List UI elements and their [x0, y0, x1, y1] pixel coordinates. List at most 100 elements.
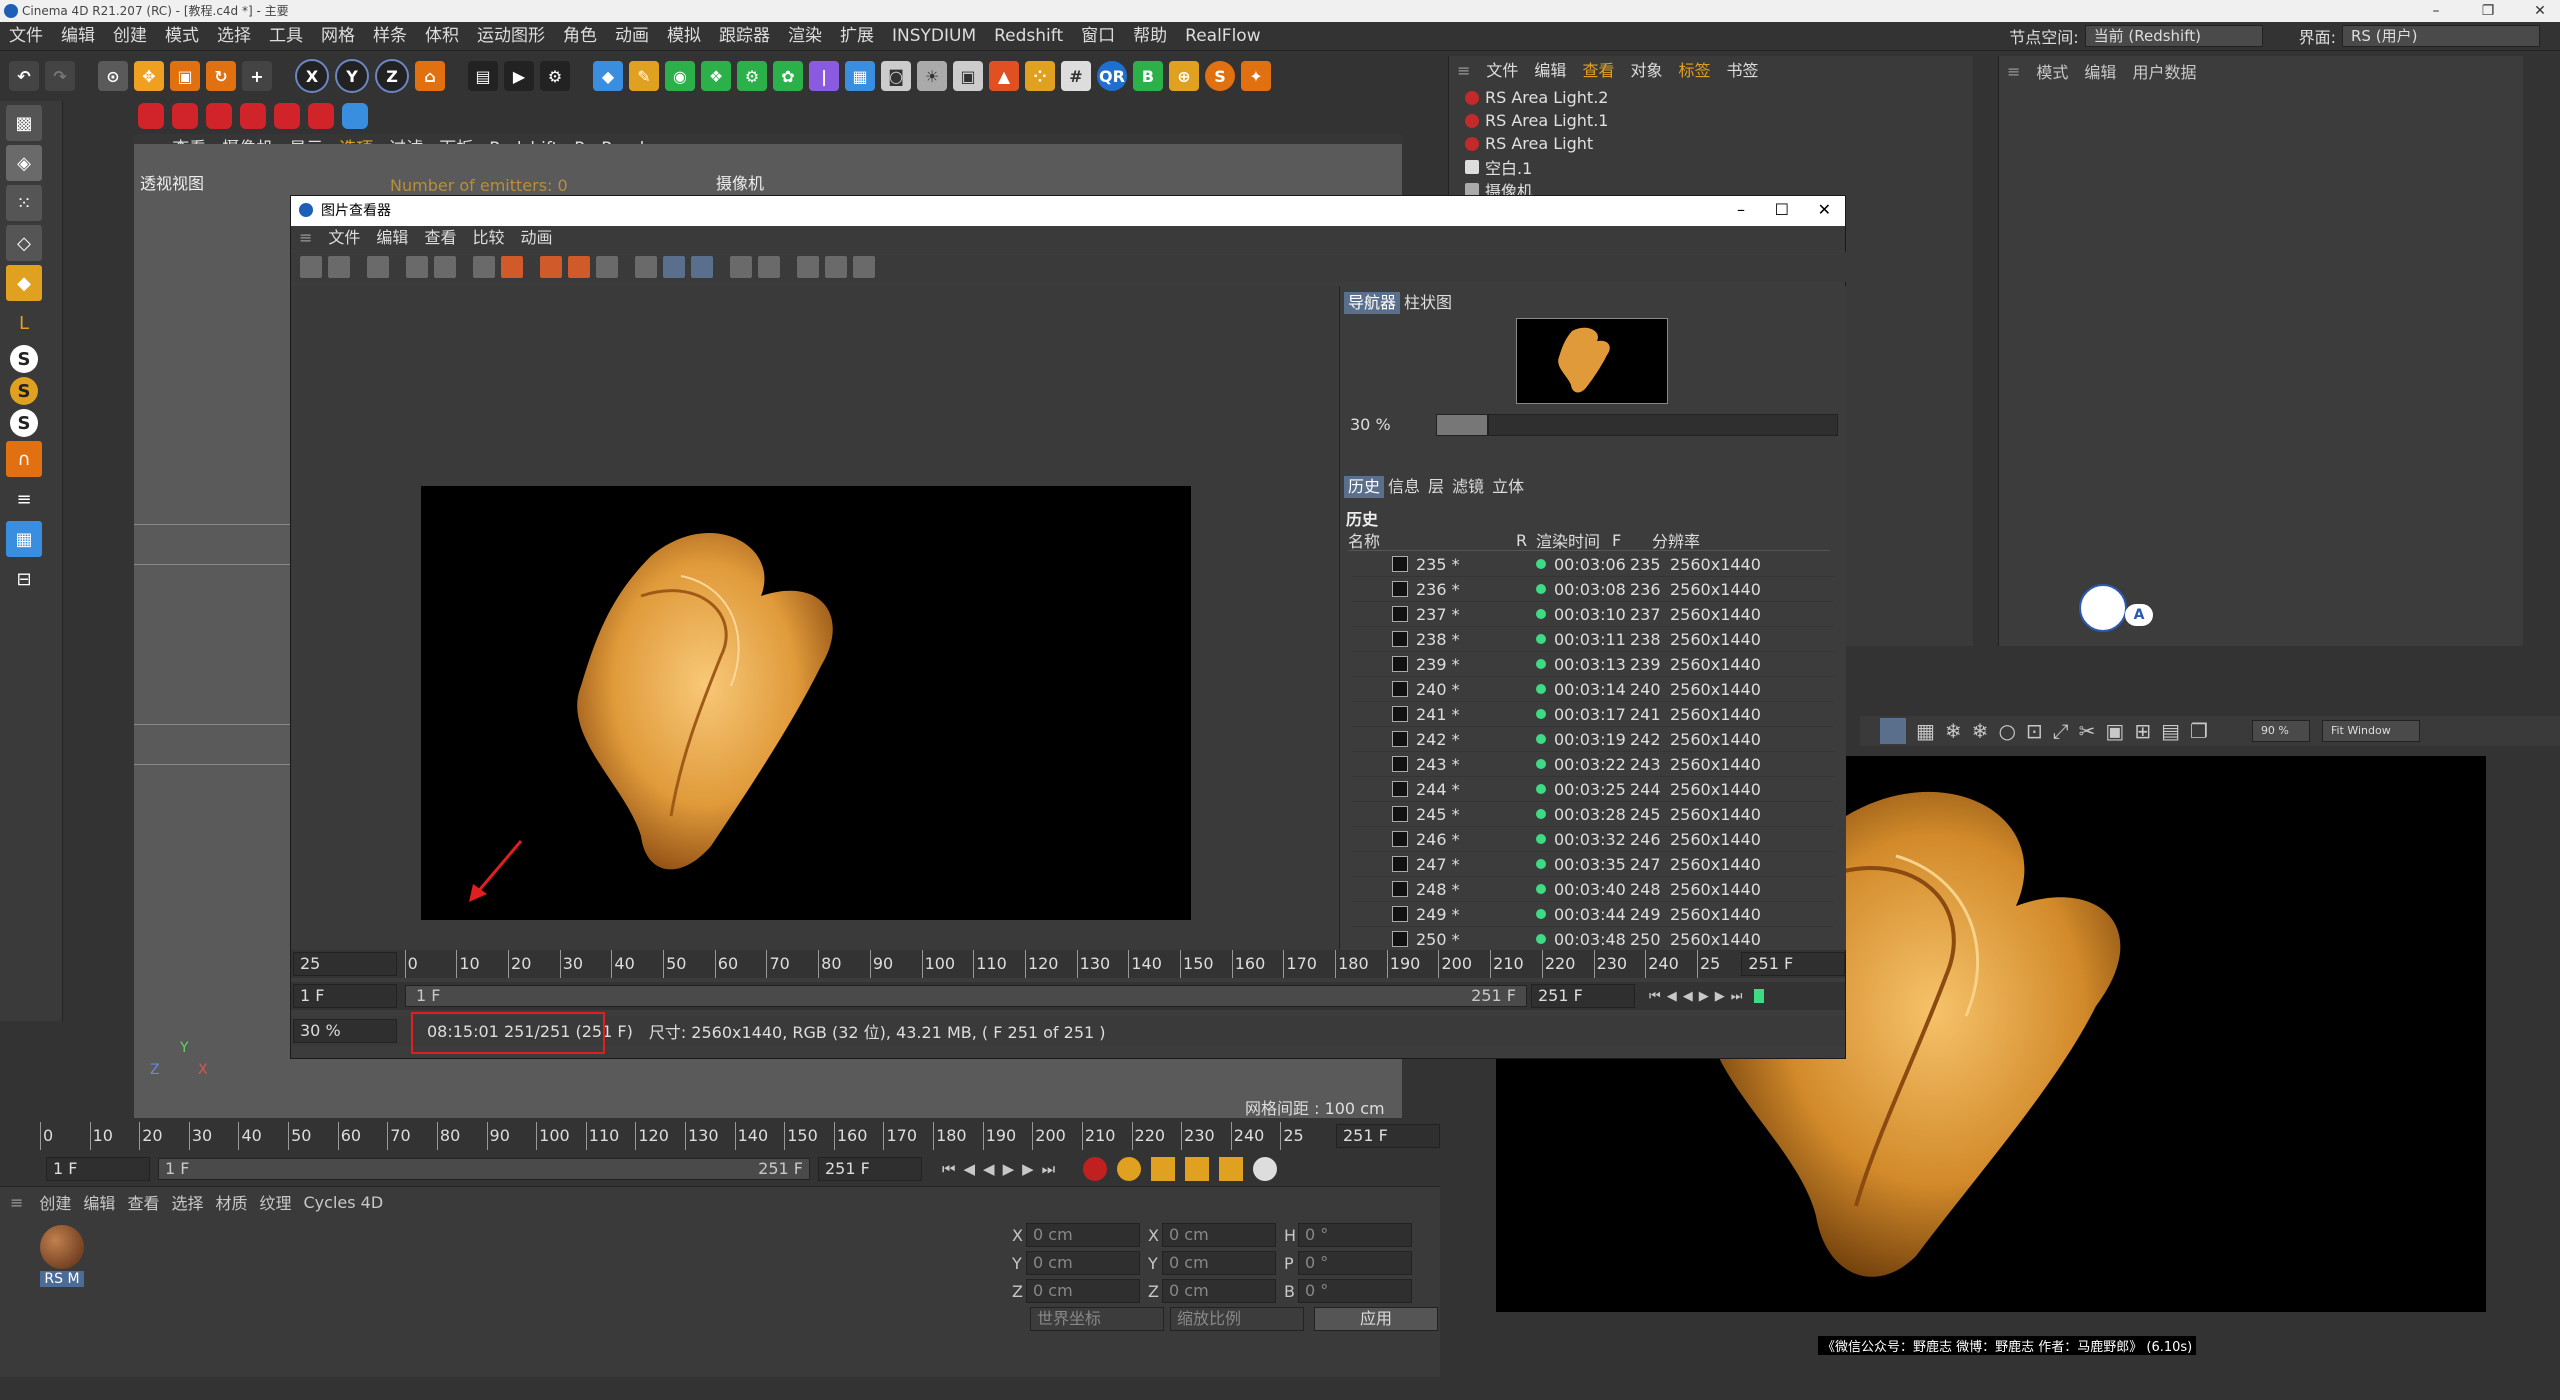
pv-menu-item[interactable]: 编辑 [368, 226, 416, 250]
tab-stereo[interactable]: 立体 [1488, 476, 1528, 498]
history-row[interactable]: 237 * 00:03:10 237 2560x1440 [1352, 602, 1834, 627]
menu-item[interactable]: 编辑 [52, 22, 104, 50]
add-image-icon[interactable]: ⊞ [2134, 719, 2151, 743]
model-mode-icon[interactable]: ▩ [6, 105, 42, 141]
pv-end-frame-field[interactable]: 251 F [1741, 952, 1845, 976]
snap-s-icon[interactable]: S [10, 345, 38, 373]
render-region-icon[interactable]: ▤ [468, 61, 498, 91]
close-button[interactable]: ✕ [2520, 0, 2560, 22]
lock-icon[interactable] [1880, 718, 1906, 744]
coord-rotation-field[interactable]: 0 ° [1298, 1251, 1412, 1275]
pv-range-slider[interactable]: 1 F 251 F [405, 985, 1527, 1007]
menu-item[interactable]: RealFlow [1176, 22, 1269, 50]
rs-material-icon[interactable] [240, 103, 266, 129]
pv-maximize-button[interactable]: ☐ [1775, 200, 1789, 219]
pv-frame-field[interactable]: 25 [293, 952, 397, 976]
history-row[interactable]: 247 * 00:03:35 247 2560x1440 [1352, 852, 1834, 877]
a-icon[interactable] [540, 256, 562, 278]
coord-position-field[interactable]: 0 cm [1026, 1223, 1140, 1247]
render-icon[interactable] [434, 256, 456, 278]
attr-menu-item[interactable]: 编辑 [2076, 59, 2124, 83]
fit-icon[interactable]: ⤢ [2053, 719, 2069, 743]
pen-icon[interactable]: ✎ [629, 61, 659, 91]
redo-icon[interactable]: ↷ [45, 61, 75, 91]
rs-volume-icon[interactable] [308, 103, 334, 129]
object-row[interactable]: 空白.1 [1449, 155, 1973, 178]
b-icon[interactable] [568, 256, 590, 278]
ab-icon[interactable] [473, 256, 495, 278]
coord-rotation-field[interactable]: 0 ° [1298, 1223, 1412, 1247]
node-space-dropdown[interactable]: 当前 (Redshift) [2084, 25, 2263, 47]
array-icon[interactable]: ❖ [701, 61, 731, 91]
lock-icon[interactable]: ⊟ [6, 561, 42, 597]
menu-item[interactable]: 样条 [364, 22, 416, 50]
scale-key-icon[interactable] [1185, 1157, 1210, 1181]
split-2-icon[interactable] [825, 256, 847, 278]
qr-icon[interactable]: QR [1097, 61, 1127, 91]
objmgr-menu-item[interactable]: 查看 [1574, 56, 1622, 86]
position-key-icon[interactable] [1151, 1157, 1176, 1181]
end-frame-field[interactable]: 251 F [818, 1157, 922, 1181]
objmgr-menu-item[interactable]: 标签 [1670, 56, 1718, 86]
tab-info[interactable]: 信息 [1384, 476, 1424, 498]
history-row[interactable]: 248 * 00:03:40 248 2560x1440 [1352, 877, 1834, 902]
menu-item[interactable]: 文件 [0, 22, 52, 50]
main-range-slider[interactable]: 1 F 251 F [158, 1158, 810, 1180]
magnet-icon[interactable]: ∩ [6, 441, 42, 477]
minimize-button[interactable]: – [2416, 0, 2456, 22]
plugin-icon[interactable]: B [1133, 61, 1163, 91]
light-icon[interactable]: ☀ [917, 61, 947, 91]
snowflake-icon[interactable]: ❄ [1945, 719, 1962, 743]
history-row[interactable]: 246 * 00:03:32 246 2560x1440 [1352, 827, 1834, 852]
navigator-zoom[interactable]: 30 % [1344, 414, 1436, 436]
coord-rotation-field[interactable]: 0 ° [1298, 1279, 1412, 1303]
attr-menu-item[interactable]: 模式 [2028, 59, 2076, 83]
menu-item[interactable]: 模拟 [658, 22, 710, 50]
open-icon[interactable] [300, 256, 322, 278]
main-playback-controls[interactable]: ⏮◀◀▶▶⏭ [942, 1160, 1063, 1178]
copy-icon[interactable] [367, 256, 389, 278]
stereo-icon[interactable] [635, 256, 657, 278]
param-key-icon[interactable] [1253, 1157, 1278, 1181]
points-mode-icon[interactable]: ⁙ [6, 185, 42, 221]
rs-light-icon[interactable] [138, 103, 164, 129]
mat-menu-item[interactable]: 编辑 [77, 1190, 121, 1214]
menu-item[interactable]: 运动图形 [468, 22, 554, 50]
rs-proxy-icon[interactable] [274, 103, 300, 129]
objmgr-menu-item[interactable]: 书签 [1718, 56, 1766, 86]
world-coords-dropdown[interactable]: 世界坐标 [1030, 1307, 1164, 1331]
realflow-icon[interactable]: ✦ [1241, 61, 1271, 91]
grid-icon[interactable]: ▦ [1916, 719, 1935, 743]
material-swatch[interactable] [40, 1225, 84, 1269]
menu-item[interactable]: 窗口 [1072, 22, 1124, 50]
apply-button[interactable]: 应用 [1314, 1307, 1438, 1331]
picture-viewer-icon[interactable]: ▣ [953, 61, 983, 91]
history-row[interactable]: 249 * 00:03:44 249 2560x1440 [1352, 902, 1834, 927]
mat-menu-item[interactable]: 材质 [209, 1190, 253, 1214]
split-3-icon[interactable] [853, 256, 875, 278]
set-a-icon[interactable] [730, 256, 752, 278]
tab-filters[interactable]: 滤镜 [1448, 476, 1488, 498]
rs-env-icon[interactable] [342, 103, 368, 129]
rs-camera-icon[interactable] [206, 103, 232, 129]
attr-menu-item[interactable]: 用户数据 [2124, 59, 2204, 83]
start-frame-field[interactable]: 1 F [46, 1157, 150, 1181]
mat-menu-item[interactable]: 创建 [33, 1190, 77, 1214]
keyframe-icon[interactable] [1117, 1157, 1142, 1181]
view-a-icon[interactable] [663, 256, 685, 278]
workplane-icon[interactable]: ▦ [6, 521, 42, 557]
coord-size-field[interactable]: 0 cm [1162, 1251, 1276, 1275]
history-row[interactable]: 245 * 00:03:28 245 2560x1440 [1352, 802, 1834, 827]
navigator-thumbnail[interactable] [1516, 318, 1668, 404]
render-view-icon[interactable]: ▶ [504, 61, 534, 91]
tab-histogram[interactable]: 柱状图 [1400, 292, 1456, 314]
objmgr-menu-item[interactable]: 对象 [1622, 56, 1670, 86]
compare-icon[interactable] [501, 256, 523, 278]
history-row[interactable]: 240 * 00:03:14 240 2560x1440 [1352, 677, 1834, 702]
coord-position-field[interactable]: 0 cm [1026, 1279, 1140, 1303]
cloner-icon[interactable]: ⚙ [737, 61, 767, 91]
render-zoom-dropdown[interactable]: 90 % [2251, 720, 2310, 742]
menu-item[interactable]: 帮助 [1124, 22, 1176, 50]
pv-ruler-ticks[interactable]: 0 10 20 30 40 50 60 70 80 90 100 110 120 130 140 150 160… [404, 950, 1744, 978]
menu-item[interactable]: 渲染 [779, 22, 831, 50]
